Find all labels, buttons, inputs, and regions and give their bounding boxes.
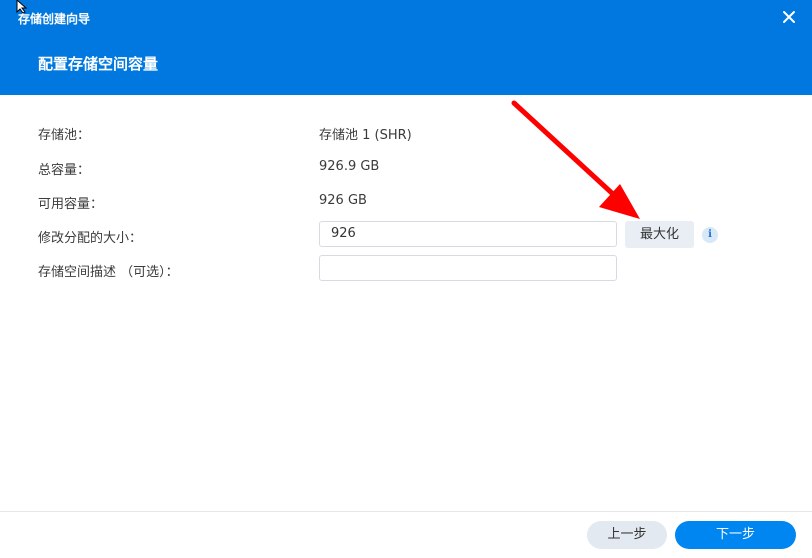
previous-button[interactable]: 上一步 xyxy=(587,521,667,549)
info-icon[interactable]: i xyxy=(702,227,718,243)
mouse-cursor-icon xyxy=(16,0,28,14)
available-capacity-label: 可用容量： xyxy=(38,197,104,212)
allocated-size-input[interactable]: 926 xyxy=(319,221,617,247)
total-capacity-value: 926.9 GB xyxy=(319,159,380,174)
footer-divider xyxy=(0,511,812,512)
storage-pool-value: 存储池 1 (SHR) xyxy=(319,128,412,143)
available-capacity-value: 926 GB xyxy=(319,193,367,208)
total-capacity-label: 总容量： xyxy=(38,163,91,178)
volume-description-input[interactable] xyxy=(319,255,617,281)
allocated-size-label: 修改分配的大小： xyxy=(38,231,143,246)
maximize-button[interactable]: 最大化 xyxy=(625,221,694,248)
close-icon[interactable] xyxy=(780,8,798,26)
page-subtitle: 配置存储空间容量 xyxy=(38,55,159,73)
volume-description-label: 存储空间描述 （可选）： xyxy=(38,265,179,280)
next-button[interactable]: 下一步 xyxy=(675,521,796,549)
wizard-header: 存储创建向导 配置存储空间容量 xyxy=(0,0,812,95)
storage-pool-label: 存储池： xyxy=(38,128,91,143)
